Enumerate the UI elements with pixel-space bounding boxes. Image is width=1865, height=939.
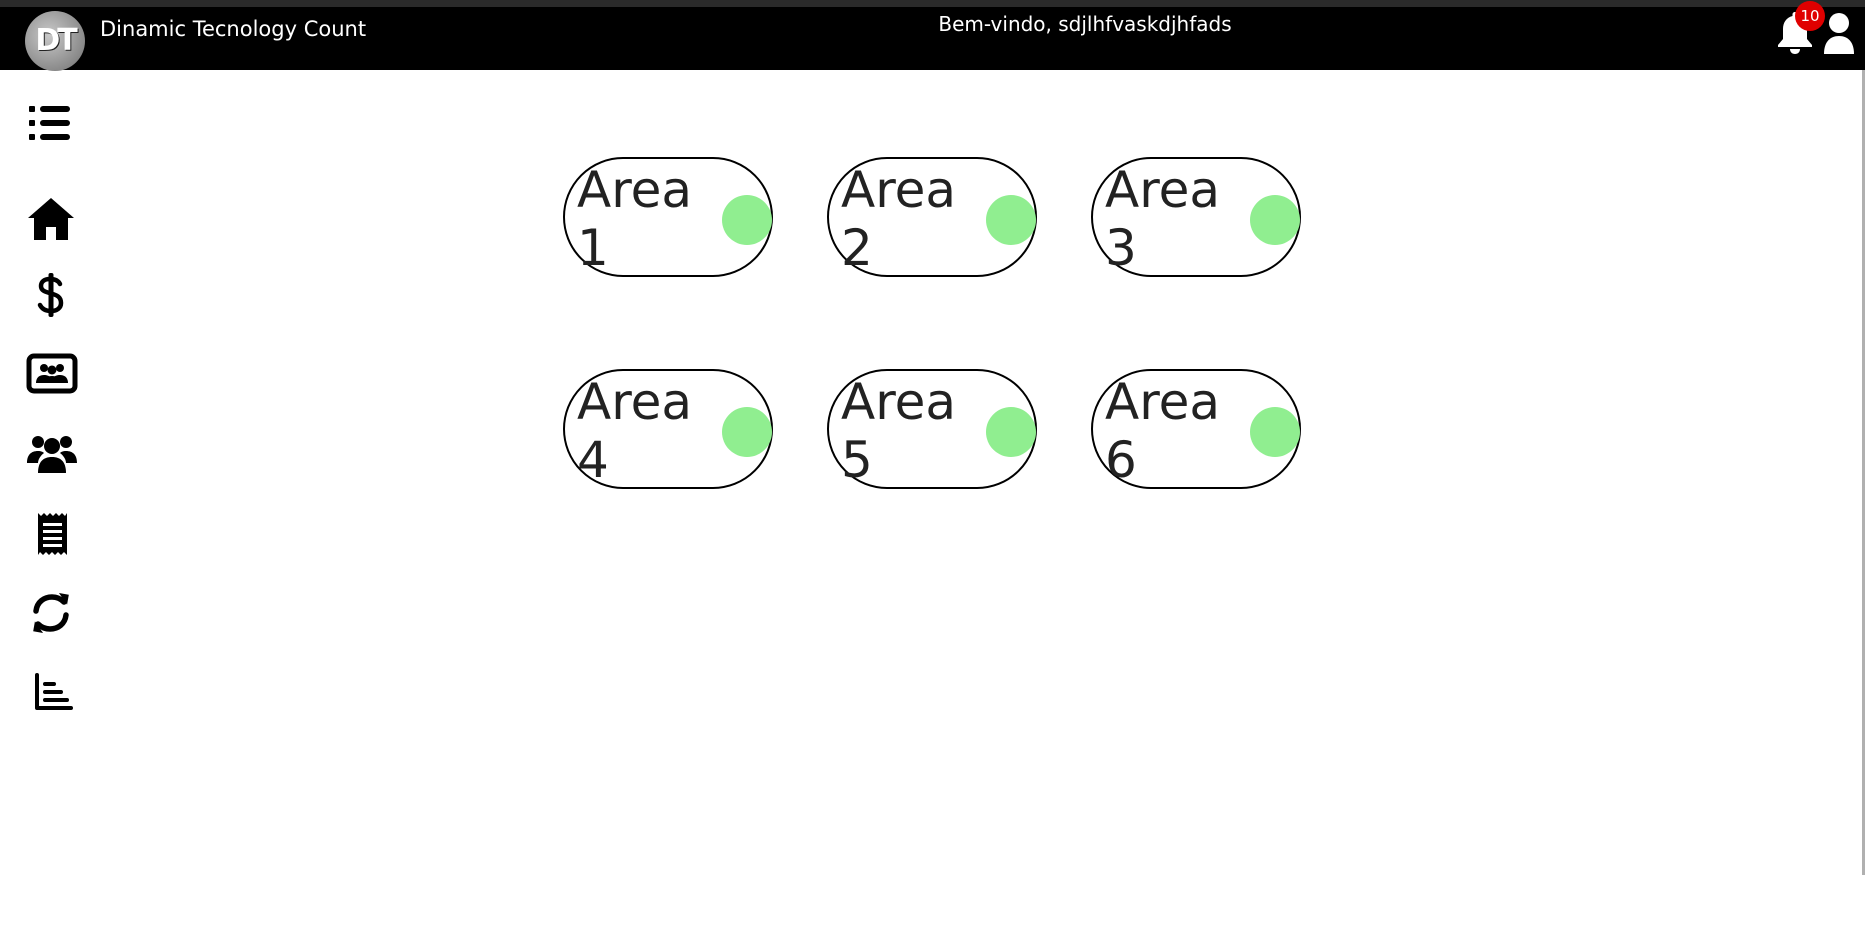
sidebar-item-finance[interactable] [26,272,80,322]
status-indicator [986,407,1036,457]
sidebar-item-users[interactable] [26,431,80,481]
window-top-strip [0,0,1865,7]
notification-badge[interactable]: 10 [1795,1,1825,31]
menu-list-icon[interactable] [27,103,72,143]
sidebar-item-sync[interactable] [26,590,80,640]
top-bar: DT Dinamic Tecnology Count Bem-vindo, sd… [0,7,1865,71]
area-label: Area 4 [577,373,693,489]
area-card-4[interactable]: Area 4 [563,369,773,489]
welcome-message: Bem-vindo, sdjlhfvaskdjhfads [938,12,1232,36]
area-label: Area 2 [841,161,957,277]
sidebar-item-id-card[interactable] [26,352,80,402]
dollar-icon [37,273,64,317]
area-label: Area 1 [577,161,693,277]
status-indicator [722,195,772,245]
sync-icon [33,593,69,633]
logo-text: DT [35,23,77,58]
sidebar-item-home[interactable] [26,196,80,246]
users-icon [27,436,77,473]
id-card-icon [26,353,78,394]
status-indicator [722,407,772,457]
area-label: Area 5 [841,373,957,489]
receipt-icon [38,513,67,555]
status-indicator [1250,407,1300,457]
user-icon[interactable] [1822,12,1856,56]
area-card-3[interactable]: Area 3 [1091,157,1301,277]
sidebar-item-reports[interactable] [26,670,80,720]
home-icon [28,198,74,240]
area-label: Area 6 [1105,373,1221,489]
area-card-1[interactable]: Area 1 [563,157,773,277]
area-label: Area 3 [1105,161,1221,277]
sidebar-item-receipt[interactable] [26,511,80,561]
area-card-6[interactable]: Area 6 [1091,369,1301,489]
bar-chart-icon [35,673,73,710]
status-indicator [1250,195,1300,245]
area-card-5[interactable]: Area 5 [827,369,1037,489]
app-title: Dinamic Tecnology Count [100,17,367,41]
area-card-2[interactable]: Area 2 [827,157,1037,277]
app-logo[interactable]: DT [25,11,85,71]
status-indicator [986,195,1036,245]
